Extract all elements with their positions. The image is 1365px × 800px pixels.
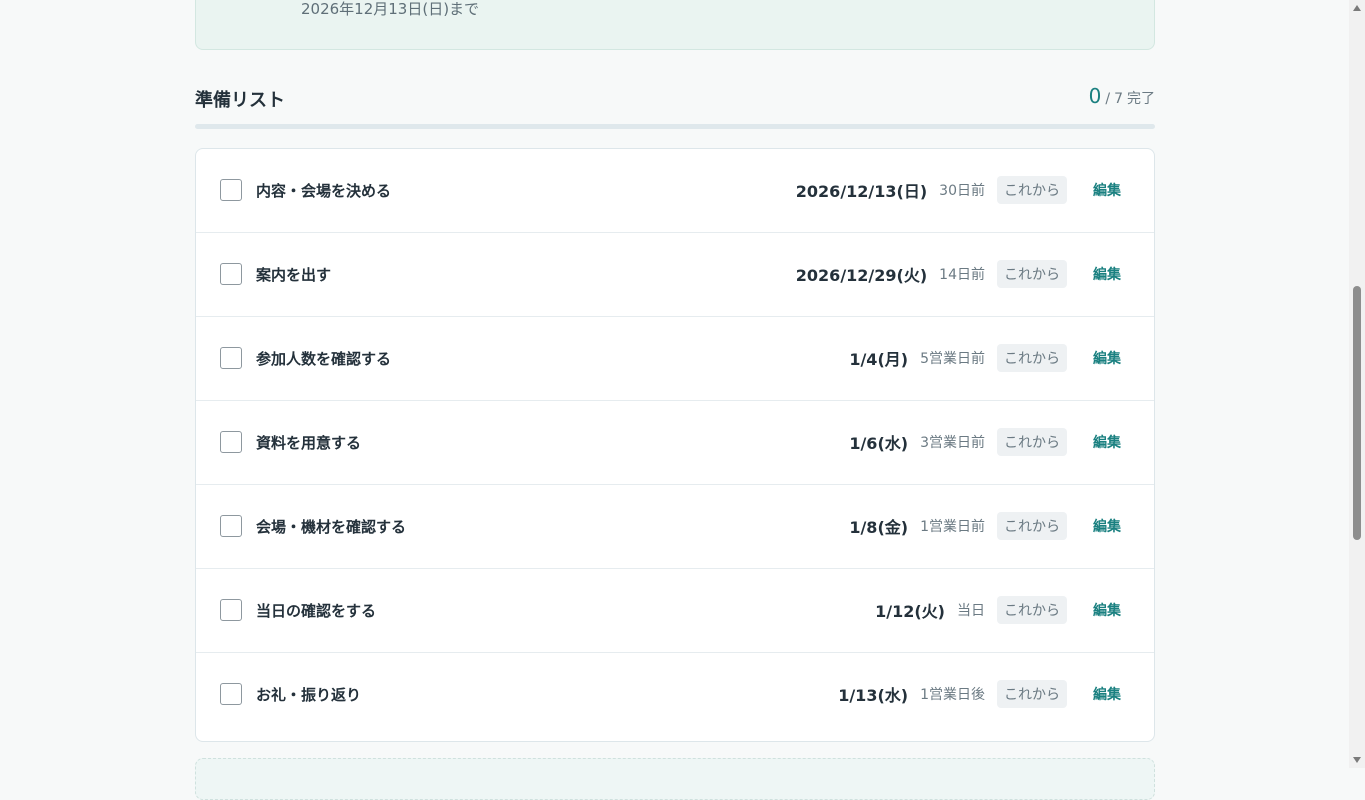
task-row: 資料を用意する 1/6(水) 3営業日前 これから 編集 bbox=[196, 401, 1154, 485]
task-relative-time: 30日前 bbox=[939, 183, 985, 199]
task-date: 2026/12/29(火) bbox=[795, 266, 928, 285]
task-date: 1/13(水) bbox=[838, 686, 909, 705]
task-status-badge: これから bbox=[997, 260, 1067, 288]
completed-count: 0 bbox=[1088, 84, 1102, 108]
next-section-card bbox=[195, 758, 1155, 800]
task-edit-link[interactable]: 編集 bbox=[1093, 348, 1121, 368]
task-checkbox[interactable] bbox=[220, 263, 242, 285]
deadline-date: 2026年12月13日(日)まで bbox=[301, 0, 480, 18]
task-row: 内容・会場を決める 2026/12/13(日) 30日前 これから 編集 bbox=[196, 149, 1154, 233]
task-row: 案内を出す 2026/12/29(火) 14日前 これから 編集 bbox=[196, 233, 1154, 317]
task-title: 会場・機材を確認する bbox=[256, 518, 407, 536]
task-row: お礼・振り返り 1/13(水) 1営業日後 これから 編集 bbox=[196, 653, 1154, 737]
task-edit-link[interactable]: 編集 bbox=[1093, 684, 1121, 704]
task-title: お礼・振り返り bbox=[256, 686, 362, 704]
task-checkbox[interactable] bbox=[220, 179, 242, 201]
vertical-scrollbar[interactable] bbox=[1349, 0, 1365, 768]
task-meta: 2026/12/13(日) 30日前 これから 編集 bbox=[796, 176, 1121, 204]
task-date: 2026/12/13(日) bbox=[795, 182, 928, 201]
completion-label: 完了 bbox=[1127, 91, 1155, 107]
task-relative-time: 3営業日前 bbox=[920, 435, 985, 451]
task-date: 1/6(水) bbox=[849, 434, 909, 453]
task-checkbox[interactable] bbox=[220, 431, 242, 453]
task-title: 資料を用意する bbox=[256, 434, 362, 452]
checklist-title: 準備リスト bbox=[195, 90, 285, 111]
scroll-up-arrow-icon[interactable] bbox=[1349, 0, 1365, 16]
task-checkbox[interactable] bbox=[220, 515, 242, 537]
task-title: 内容・会場を決める bbox=[256, 182, 392, 200]
task-relative-time: 5営業日前 bbox=[920, 351, 985, 367]
task-date: 1/12(火) bbox=[875, 602, 945, 621]
task-checkbox[interactable] bbox=[220, 683, 242, 705]
task-edit-link[interactable]: 編集 bbox=[1093, 600, 1121, 620]
scroll-down-arrow-icon[interactable] bbox=[1349, 752, 1365, 768]
task-relative-time: 14日前 bbox=[939, 267, 985, 283]
task-relative-time: 1営業日前 bbox=[920, 519, 985, 535]
completion-progress-bar bbox=[195, 124, 1155, 129]
task-checkbox[interactable] bbox=[220, 599, 242, 621]
task-status-badge: これから bbox=[997, 680, 1067, 708]
task-meta: 1/12(火) 当日 これから 編集 bbox=[875, 596, 1121, 624]
task-status-badge: これから bbox=[997, 596, 1067, 624]
scrollbar-thumb[interactable] bbox=[1353, 286, 1361, 540]
task-date: 1/4(月) bbox=[849, 350, 909, 369]
task-meta: 1/13(水) 1営業日後 これから 編集 bbox=[838, 680, 1121, 708]
task-meta: 2026/12/29(火) 14日前 これから 編集 bbox=[796, 260, 1121, 288]
task-checkbox[interactable] bbox=[220, 347, 242, 369]
task-row: 参加人数を確認する 1/4(月) 5営業日前 これから 編集 bbox=[196, 317, 1154, 401]
completion-summary: 0 / 7 完了 bbox=[1089, 84, 1155, 108]
deadline-info-card: 2026年12月13日(日)まで bbox=[195, 0, 1155, 50]
checklist-header: 準備リスト 0 / 7 完了 bbox=[195, 78, 1155, 114]
task-edit-link[interactable]: 編集 bbox=[1093, 516, 1121, 536]
total-count: 7 bbox=[1114, 91, 1123, 107]
task-meta: 1/4(月) 5営業日前 これから 編集 bbox=[849, 344, 1121, 372]
count-separator: / bbox=[1105, 91, 1111, 107]
task-meta: 1/8(金) 1営業日前 これから 編集 bbox=[849, 512, 1121, 540]
task-meta: 1/6(水) 3営業日前 これから 編集 bbox=[849, 428, 1121, 456]
task-relative-time: 当日 bbox=[957, 603, 985, 619]
task-row: 会場・機材を確認する 1/8(金) 1営業日前 これから 編集 bbox=[196, 485, 1154, 569]
task-edit-link[interactable]: 編集 bbox=[1093, 264, 1121, 284]
task-title: 参加人数を確認する bbox=[256, 350, 392, 368]
task-status-badge: これから bbox=[997, 512, 1067, 540]
task-status-badge: これから bbox=[997, 344, 1067, 372]
task-title: 当日の確認をする bbox=[256, 602, 377, 620]
task-date: 1/8(金) bbox=[849, 518, 909, 537]
task-title: 案内を出す bbox=[256, 266, 332, 284]
task-edit-link[interactable]: 編集 bbox=[1093, 432, 1121, 452]
task-row: 当日の確認をする 1/12(火) 当日 これから 編集 bbox=[196, 569, 1154, 653]
task-list: 内容・会場を決める 2026/12/13(日) 30日前 これから 編集 案内を… bbox=[195, 148, 1155, 742]
task-relative-time: 1営業日後 bbox=[920, 687, 985, 703]
task-edit-link[interactable]: 編集 bbox=[1093, 180, 1121, 200]
task-status-badge: これから bbox=[997, 428, 1067, 456]
task-status-badge: これから bbox=[997, 176, 1067, 204]
